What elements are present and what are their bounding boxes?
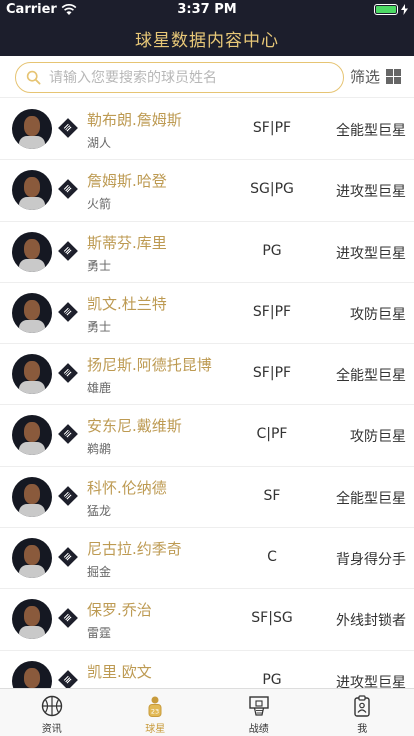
player-row[interactable]: 科怀.伦纳德 猛龙 SF 全能型巨星 [0, 467, 414, 529]
player-position: PG [262, 671, 282, 688]
player-avatar [12, 660, 52, 688]
player-list[interactable]: 勒布朗.詹姆斯 湖人 SF|PF 全能型巨星 詹姆斯.哈登 火箭 SG|PG 进… [0, 99, 414, 688]
player-avatar [12, 292, 52, 333]
player-badge-icon [58, 118, 78, 138]
player-team: 雷霆 [87, 626, 112, 641]
player-type: 全能型巨星 [336, 368, 406, 385]
player-row[interactable]: 斯蒂芬.库里 勇士 PG 进攻型巨星 [0, 222, 414, 283]
grid-icon [386, 69, 402, 84]
player-badge-icon [58, 301, 78, 322]
player-type: 进攻型巨星 [336, 674, 406, 688]
player-row[interactable]: 勒布朗.詹姆斯 湖人 SF|PF 全能型巨星 [0, 99, 414, 161]
player-avatar [12, 599, 52, 640]
player-avatar [12, 170, 52, 211]
player-type: 全能型巨星 [336, 123, 406, 139]
player-badge-icon [58, 485, 78, 506]
player-name: 扬尼斯.阿德托昆博 [87, 356, 212, 375]
player-name: 斯蒂芬.库里 [87, 233, 167, 252]
player-team: 勇士 [87, 319, 112, 334]
search-input[interactable] [49, 69, 319, 86]
player-name: 保罗.乔治 [87, 601, 152, 620]
player-position: SF [263, 487, 281, 504]
player-avatar [12, 109, 52, 149]
basketball-icon [41, 695, 62, 717]
player-team: 鹈鹕 [87, 442, 112, 457]
tab-players[interactable]: 23 球星 [104, 689, 208, 736]
player-position: SG|PG [250, 181, 294, 198]
player-badge-icon [58, 179, 78, 200]
player-avatar [12, 354, 52, 395]
player-type: 全能型巨星 [336, 490, 406, 507]
tab-records[interactable]: 战绩 [207, 689, 311, 736]
charging-bolt-icon [401, 4, 408, 15]
player-badge-icon [58, 424, 78, 445]
svg-text:23: 23 [151, 708, 159, 716]
search-bar: 筛选 [0, 56, 414, 98]
player-row[interactable]: 扬尼斯.阿德托昆博 雄鹿 SF|PF 全能型巨星 [0, 344, 414, 406]
player-position: SF|PF [252, 303, 292, 320]
player-avatar [12, 231, 52, 272]
filter-button[interactable]: 筛选 [350, 66, 402, 87]
search-box[interactable] [15, 62, 344, 93]
player-type: 外线封锁者 [336, 613, 406, 630]
clipboard-icon [354, 695, 370, 717]
player-badge-icon [58, 669, 78, 688]
player-row[interactable]: 詹姆斯.哈登 火箭 SG|PG 进攻型巨星 [0, 160, 414, 222]
tab-news[interactable]: 资讯 [0, 689, 104, 736]
player-icon: 23 [148, 696, 162, 717]
player-position: C|PF [256, 426, 288, 443]
player-team: 勇士 [87, 258, 112, 273]
search-icon [26, 70, 41, 85]
player-row[interactable]: 安东尼.戴维斯 鹈鹕 C|PF 攻防巨星 [0, 405, 414, 467]
player-name: 尼古拉.约季奇 [87, 540, 182, 559]
player-row[interactable]: 尼古拉.约季奇 掘金 C 背身得分手 [0, 528, 414, 590]
tab-records-label: 战绩 [248, 724, 269, 735]
player-type: 背身得分手 [336, 552, 406, 569]
player-team: 掘金 [87, 565, 112, 580]
player-team: 湖人 [87, 136, 112, 150]
filter-label: 筛选 [350, 68, 381, 86]
player-badge-icon [58, 608, 78, 629]
player-name: 詹姆斯.哈登 [87, 172, 167, 191]
player-avatar [12, 476, 52, 517]
player-row[interactable]: 凯文.杜兰特 勇士 SF|PF 攻防巨星 [0, 283, 414, 345]
player-name: 勒布朗.詹姆斯 [87, 111, 182, 129]
player-position: SF|SG [251, 610, 293, 627]
hoop-icon [249, 696, 269, 716]
player-name: 凯里.欧文 [87, 662, 152, 681]
player-team: 猛龙 [87, 503, 112, 518]
player-avatar [12, 415, 52, 456]
player-position: SF|PF [252, 120, 292, 136]
status-bar: Carrier 3:37 PM [0, 0, 414, 20]
tab-players-label: 球星 [145, 724, 166, 735]
player-type: 进攻型巨星 [336, 184, 406, 201]
player-team: 雄鹿 [87, 381, 112, 396]
tab-me[interactable]: 我 [311, 689, 414, 736]
player-type: 进攻型巨星 [336, 245, 406, 262]
player-avatar [12, 538, 52, 579]
tab-news-label: 资讯 [41, 724, 62, 735]
player-badge-icon [58, 240, 78, 261]
tab-bar: 资讯 23 球星 战绩 我 [0, 688, 414, 736]
player-name: 科怀.伦纳德 [87, 478, 167, 497]
player-position: SF|PF [252, 365, 292, 382]
player-position: PG [262, 242, 282, 259]
player-type: 攻防巨星 [350, 306, 406, 323]
battery-indicator [374, 4, 408, 15]
status-time: 3:37 PM [177, 2, 237, 17]
player-type: 攻防巨星 [350, 429, 406, 446]
player-row[interactable]: 凯里.欧文 PG 进攻型巨星 [0, 651, 414, 688]
page-title: 球星数据内容中心 [135, 31, 279, 51]
player-name: 安东尼.戴维斯 [87, 417, 182, 436]
tab-me-label: 我 [357, 724, 368, 735]
player-badge-icon [58, 363, 78, 384]
player-team: 火箭 [87, 197, 112, 212]
player-badge-icon [58, 547, 78, 567]
battery-icon [374, 4, 398, 15]
player-row[interactable]: 保罗.乔治 雷霆 SF|SG 外线封锁者 [0, 589, 414, 651]
player-position: C [267, 549, 277, 566]
player-name: 凯文.杜兰特 [87, 294, 167, 313]
nav-bar: 球星数据内容中心 [0, 20, 414, 56]
